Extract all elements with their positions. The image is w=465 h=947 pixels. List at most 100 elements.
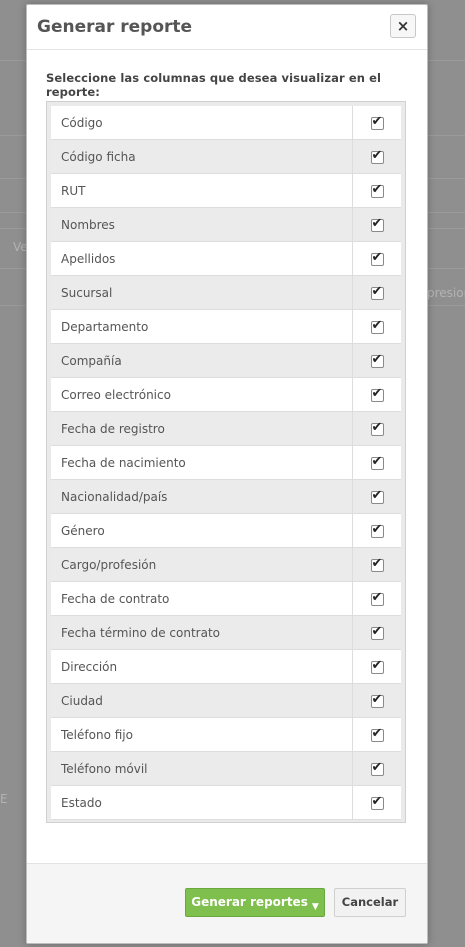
bg-text-fragment: presion: [427, 286, 465, 300]
column-option-row: Ciudad ✔: [51, 683, 401, 718]
column-checkbox[interactable]: ✔: [370, 658, 384, 674]
column-option-row: Teléfono fijo ✔: [51, 717, 401, 752]
column-checkbox[interactable]: ✔: [370, 794, 384, 810]
column-option-row: Género ✔: [51, 513, 401, 548]
columns-table: Código ✔ Código ficha ✔ RUT ✔ Nombres ✔ Apellido…: [51, 106, 401, 820]
column-checkbox[interactable]: ✔: [370, 420, 384, 436]
column-checkbox[interactable]: ✔: [370, 624, 384, 640]
checkmark-icon: ✔: [371, 488, 383, 503]
column-option-row: Cargo/profesión ✔: [51, 547, 401, 582]
column-checkbox[interactable]: ✔: [370, 454, 384, 470]
column-checkbox[interactable]: ✔: [370, 250, 384, 266]
instruction-text: Seleccione las columnas que desea visual…: [46, 71, 382, 99]
columns-table-container: Código ✔ Código ficha ✔ RUT ✔ Nombres ✔ Apellido…: [46, 101, 406, 823]
dialog-title: Generar reporte: [37, 17, 193, 37]
column-checkbox[interactable]: ✔: [370, 386, 384, 402]
column-option-row: Apellidos ✔: [51, 241, 401, 276]
column-option-row: Código ficha ✔: [51, 139, 401, 174]
checkmark-icon: ✔: [371, 794, 383, 809]
column-option-cell: ✔: [352, 309, 401, 344]
column-checkbox[interactable]: ✔: [370, 216, 384, 232]
checkmark-icon: ✔: [371, 386, 383, 401]
checkmark-icon: ✔: [371, 420, 383, 435]
column-option-label: Fecha de contrato: [51, 581, 353, 616]
checkmark-icon: ✔: [371, 114, 383, 129]
column-option-cell: ✔: [352, 683, 401, 718]
column-option-cell: ✔: [352, 275, 401, 310]
column-option-label: Género: [51, 513, 353, 548]
column-option-cell: ✔: [352, 513, 401, 548]
column-option-row: Fecha de nacimiento ✔: [51, 445, 401, 480]
column-option-row: Nacionalidad/país ✔: [51, 479, 401, 514]
column-option-label: Nacionalidad/país: [51, 479, 353, 514]
column-option-label: Sucursal: [51, 275, 353, 310]
checkmark-icon: ✔: [371, 726, 383, 741]
checkmark-icon: ✔: [371, 216, 383, 231]
checkmark-icon: ✔: [371, 182, 383, 197]
generate-report-dialog: Generar reporte × Seleccione las columna…: [26, 4, 428, 944]
checkmark-icon: ✔: [371, 148, 383, 163]
column-checkbox[interactable]: ✔: [370, 692, 384, 708]
checkmark-icon: ✔: [371, 556, 383, 571]
checkmark-icon: ✔: [371, 352, 383, 367]
dialog-header: Generar reporte ×: [27, 5, 427, 50]
column-option-cell: ✔: [352, 649, 401, 684]
column-option-cell: ✔: [352, 241, 401, 276]
column-checkbox[interactable]: ✔: [370, 352, 384, 368]
checkmark-icon: ✔: [371, 624, 383, 639]
column-checkbox[interactable]: ✔: [370, 590, 384, 606]
column-option-label: RUT: [51, 173, 353, 208]
generate-reports-button[interactable]: Generar reportes ▼: [185, 888, 325, 917]
column-option-row: Fecha de registro ✔: [51, 411, 401, 446]
column-checkbox[interactable]: ✔: [370, 556, 384, 572]
caret-down-icon: ▼: [311, 902, 319, 912]
column-checkbox[interactable]: ✔: [370, 522, 384, 538]
column-checkbox[interactable]: ✔: [370, 726, 384, 742]
column-option-row: Teléfono móvil ✔: [51, 751, 401, 786]
column-option-row: Código ✔: [51, 106, 401, 140]
column-option-cell: ✔: [352, 207, 401, 242]
column-option-row: Estado ✔: [51, 785, 401, 820]
column-option-label: Estado: [51, 785, 353, 820]
column-option-row: Dirección ✔: [51, 649, 401, 684]
close-icon: ×: [396, 17, 410, 35]
column-option-cell: ✔: [352, 106, 401, 140]
column-option-label: Código: [51, 106, 353, 140]
checkmark-icon: ✔: [371, 658, 383, 673]
column-option-cell: ✔: [352, 751, 401, 786]
column-option-row: Nombres ✔: [51, 207, 401, 242]
column-checkbox[interactable]: ✔: [370, 318, 384, 334]
column-option-label: Fecha de registro: [51, 411, 353, 446]
column-option-label: Departamento: [51, 309, 353, 344]
column-option-cell: ✔: [352, 139, 401, 174]
column-option-label: Ciudad: [51, 683, 353, 718]
column-option-cell: ✔: [352, 377, 401, 412]
column-checkbox[interactable]: ✔: [370, 182, 384, 198]
column-checkbox[interactable]: ✔: [370, 488, 384, 504]
column-option-row: Sucursal ✔: [51, 275, 401, 310]
column-option-cell: ✔: [352, 343, 401, 378]
checkmark-icon: ✔: [371, 318, 383, 333]
column-option-cell: ✔: [352, 785, 401, 820]
column-option-cell: ✔: [352, 173, 401, 208]
column-option-label: Fecha término de contrato: [51, 615, 353, 650]
column-option-label: Teléfono fijo: [51, 717, 353, 752]
column-option-cell: ✔: [352, 717, 401, 752]
column-checkbox[interactable]: ✔: [370, 114, 384, 130]
column-option-row: Compañía ✔: [51, 343, 401, 378]
cancel-button[interactable]: Cancelar: [334, 888, 406, 917]
dialog-footer: Generar reportes ▼ Cancelar: [27, 863, 427, 943]
column-option-row: Departamento ✔: [51, 309, 401, 344]
column-option-row: Correo electrónico ✔: [51, 377, 401, 412]
column-option-row: Fecha término de contrato ✔: [51, 615, 401, 650]
column-option-row: RUT ✔: [51, 173, 401, 208]
column-option-row: Fecha de contrato ✔: [51, 581, 401, 616]
column-checkbox[interactable]: ✔: [370, 284, 384, 300]
column-checkbox[interactable]: ✔: [370, 760, 384, 776]
column-checkbox[interactable]: ✔: [370, 148, 384, 164]
column-option-label: Dirección: [51, 649, 353, 684]
close-button[interactable]: ×: [390, 14, 416, 38]
column-option-label: Cargo/profesión: [51, 547, 353, 582]
checkmark-icon: ✔: [371, 760, 383, 775]
checkmark-icon: ✔: [371, 522, 383, 537]
